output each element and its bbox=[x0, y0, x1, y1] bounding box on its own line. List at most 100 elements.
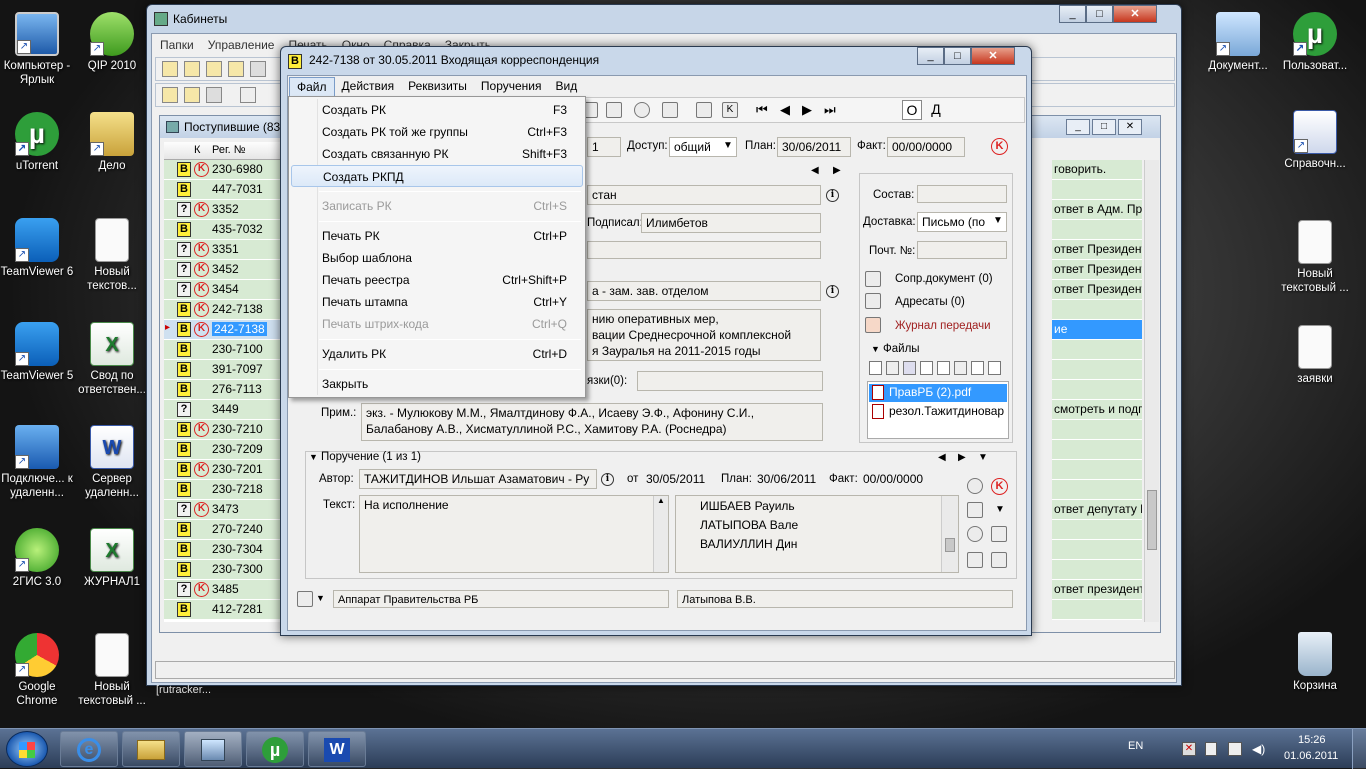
desktop-icon-2gis[interactable]: ↗ 2ГИС 3.0 bbox=[0, 528, 77, 589]
table-cell-subject[interactable] bbox=[1052, 600, 1142, 620]
table-row[interactable]: ? K 3352 bbox=[164, 200, 282, 220]
desktop-icon-teamviewer6[interactable]: ↗ TeamViewer 6 bbox=[0, 218, 77, 279]
clock-date[interactable]: 01.06.2011 bbox=[1284, 750, 1338, 762]
desktop-icon-utorrent[interactable]: µ ↗ uTorrent bbox=[0, 112, 77, 173]
table-cell-subject[interactable] bbox=[1052, 540, 1142, 560]
desktop-icon-user[interactable]: µ ↗ Пользоват... bbox=[1275, 12, 1355, 73]
copy-icon[interactable] bbox=[937, 361, 950, 375]
table-row[interactable]: ? K 3452 bbox=[164, 260, 282, 280]
add-executor-icon[interactable] bbox=[967, 502, 983, 518]
search-icon[interactable] bbox=[184, 87, 200, 103]
table-row[interactable]: ? K 3351 bbox=[164, 240, 282, 260]
o-toggle-button[interactable]: О bbox=[902, 100, 922, 120]
assignment-text-scrollbar[interactable]: ▲ bbox=[653, 496, 668, 572]
table-row[interactable]: ? K 3454 bbox=[164, 280, 282, 300]
table-row[interactable]: B 230-7218 bbox=[164, 480, 282, 500]
menu-item-save-rk[interactable]: Записать РК Ctrl+S bbox=[289, 195, 585, 217]
find-icon[interactable] bbox=[206, 87, 222, 103]
table-cell-subject[interactable]: смотреть и подготов bbox=[1052, 400, 1142, 420]
taskbar-word[interactable]: W bbox=[308, 731, 366, 767]
menu-file[interactable]: Файл bbox=[289, 77, 335, 97]
volume-icon[interactable]: ◀) bbox=[1252, 742, 1266, 756]
table-cell-subject[interactable] bbox=[1052, 380, 1142, 400]
network-icon[interactable] bbox=[1228, 742, 1242, 756]
table-cell-subject[interactable] bbox=[1052, 220, 1142, 240]
plan-date-field[interactable]: 30/06/2011 bbox=[777, 137, 851, 157]
send-icon[interactable] bbox=[967, 552, 983, 568]
language-indicator[interactable]: EN bbox=[1128, 740, 1143, 752]
menu-item-print-stamp[interactable]: Печать штампа Ctrl+Y bbox=[289, 291, 585, 313]
minimize-button[interactable]: _ bbox=[1059, 5, 1086, 23]
table-row[interactable]: B 230-7304 bbox=[164, 540, 282, 560]
k-icon[interactable]: K bbox=[722, 102, 738, 118]
prim-textarea[interactable]: экз. - Мулюкову М.М., Ямалтдинову Ф.А., … bbox=[361, 403, 823, 441]
desktop-icon-svod[interactable]: X Свод по ответствен... bbox=[72, 322, 152, 397]
dialog-minimize-button[interactable]: _ bbox=[917, 47, 944, 65]
table-cell-subject[interactable]: ответ президенту Р bbox=[1052, 580, 1142, 600]
control-k-icon[interactable]: K bbox=[991, 478, 1008, 495]
table-row[interactable]: B 435-7032 bbox=[164, 220, 282, 240]
nav-next-arrow[interactable]: ▶ bbox=[833, 165, 841, 176]
scan-icon[interactable] bbox=[886, 361, 899, 375]
column-header-k[interactable]: К bbox=[194, 144, 200, 156]
desktop-icon-delo[interactable]: ↗ Дело bbox=[72, 112, 152, 173]
table-row[interactable]: B 230-7100 bbox=[164, 340, 282, 360]
table-cell-subject[interactable] bbox=[1052, 520, 1142, 540]
table-cell-subject[interactable] bbox=[1052, 180, 1142, 200]
desktop-icon-spravochnik[interactable]: ↗ Справочн... bbox=[1275, 110, 1355, 171]
file-item[interactable]: резол.Тажитдиновар bbox=[869, 403, 1007, 421]
links-field[interactable] bbox=[637, 371, 823, 391]
sopr-doc-link[interactable]: Сопр.документ (0) bbox=[895, 273, 993, 285]
edit-icon[interactable] bbox=[991, 526, 1007, 542]
executors-list[interactable]: ИШБАЕВ Рауиль ЛАТЫПОВА Вале ВАЛИУЛЛИН Ди… bbox=[675, 495, 959, 573]
folder-icon[interactable] bbox=[206, 61, 222, 77]
menu-papki[interactable]: Папки bbox=[153, 36, 201, 54]
menu-item-choose-template[interactable]: Выбор шаблона bbox=[289, 247, 585, 269]
d-toggle-button[interactable]: Д bbox=[926, 100, 946, 120]
table-cell-subject[interactable]: ие bbox=[1052, 320, 1142, 340]
table-row[interactable]: B 391-7097 bbox=[164, 360, 282, 380]
table-row[interactable]: B K 242-7138 bbox=[164, 300, 282, 320]
table-cell-subject[interactable] bbox=[1052, 480, 1142, 500]
extra-field[interactable] bbox=[587, 241, 821, 259]
table-row[interactable]: ? K 3485 bbox=[164, 580, 282, 600]
info-icon[interactable]: i bbox=[601, 473, 614, 486]
menu-item-close[interactable]: Закрыть bbox=[289, 373, 585, 395]
folder-icon[interactable] bbox=[250, 61, 266, 77]
menu-item-print-registry[interactable]: Печать реестра Ctrl+Shift+P bbox=[289, 269, 585, 291]
inner-minimize-button[interactable]: _ bbox=[1066, 119, 1090, 135]
tray-icon[interactable] bbox=[1205, 742, 1217, 756]
info-icon[interactable]: i bbox=[826, 285, 839, 298]
desktop-icon-rdp[interactable]: ↗ Подключе... к удаленн... bbox=[0, 425, 77, 500]
network-error-icon[interactable]: ✕ bbox=[1182, 742, 1196, 756]
table-row[interactable]: ? 3449 bbox=[164, 400, 282, 420]
dialog-close-button[interactable]: ✕ bbox=[971, 47, 1015, 65]
search-icon[interactable] bbox=[967, 478, 983, 494]
close-button[interactable]: ✕ bbox=[1113, 5, 1157, 23]
author-field[interactable]: а - зам. зав. отделом bbox=[587, 281, 821, 301]
link-icon[interactable] bbox=[971, 361, 984, 375]
taskbar-utorrent[interactable]: µ bbox=[246, 731, 304, 767]
table-row[interactable]: B 412-7281 bbox=[164, 600, 282, 620]
desktop-icon-recycle-bin[interactable]: Корзина bbox=[1275, 632, 1355, 693]
table-cell-subject[interactable]: ответ депутату Гос bbox=[1052, 500, 1142, 520]
table-cell-subject[interactable]: ответ Президенту Р bbox=[1052, 240, 1142, 260]
folder-icon[interactable] bbox=[228, 61, 244, 77]
next-record-icon[interactable]: ▶ bbox=[802, 102, 812, 118]
poch-field[interactable] bbox=[917, 241, 1007, 259]
table-cell-subject[interactable] bbox=[1052, 340, 1142, 360]
desktop-icon-zayavki[interactable]: заявки bbox=[1275, 325, 1355, 386]
table-cell-subject[interactable] bbox=[1052, 420, 1142, 440]
menu-item-create-rk[interactable]: Создать РК F3 bbox=[289, 99, 585, 121]
filter-icon[interactable] bbox=[240, 87, 256, 103]
desktop-icon-journal[interactable]: X ЖУРНАЛ1 bbox=[72, 528, 152, 589]
table-cell-subject[interactable] bbox=[1052, 460, 1142, 480]
table-cell-subject[interactable]: ответ Президенту Р bbox=[1052, 260, 1142, 280]
stamp-icon[interactable] bbox=[696, 102, 712, 118]
dialog-maximize-button[interactable]: □ bbox=[944, 47, 971, 65]
maximize-button[interactable]: □ bbox=[1086, 5, 1113, 23]
taskbar-ie[interactable]: e bbox=[60, 731, 118, 767]
folder-icon[interactable] bbox=[184, 61, 200, 77]
chevron-down-icon[interactable]: ▼ bbox=[995, 504, 1005, 515]
executors-scrollbar[interactable] bbox=[941, 496, 958, 572]
